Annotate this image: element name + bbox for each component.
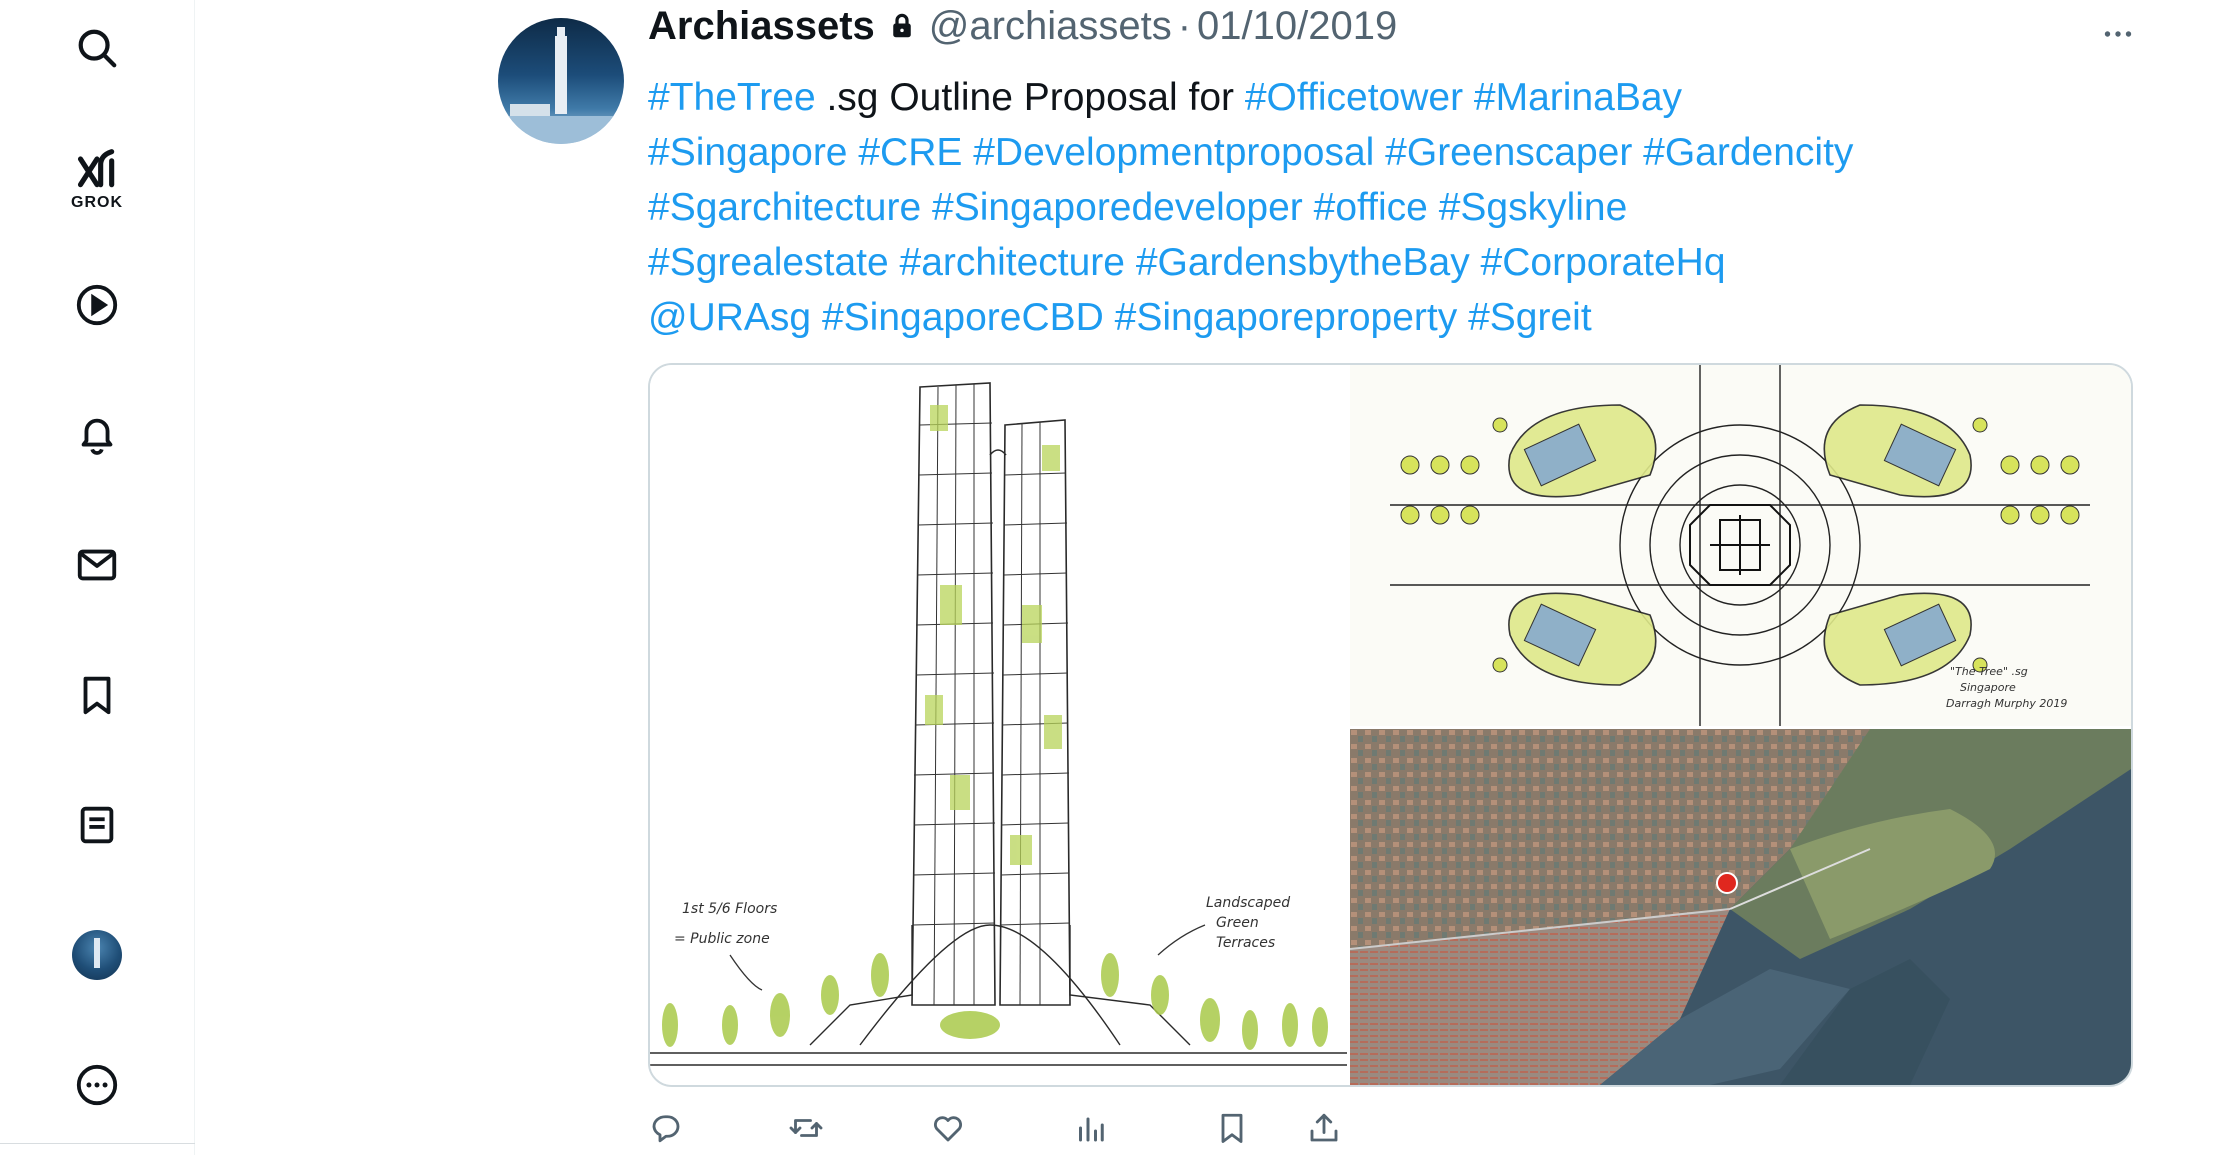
display-name[interactable]: Archiassets: [648, 4, 875, 49]
hashtag-link[interactable]: #Singapore: [648, 131, 848, 174]
tweet-plain-text: [921, 186, 932, 229]
reply-icon: [652, 1115, 680, 1143]
hashtag-link[interactable]: #Gardencity: [1643, 131, 1853, 174]
tweet-plain-text: [1463, 76, 1474, 119]
plan-caption-2: Singapore: [1960, 681, 2016, 694]
tweet-plain-text: [1374, 131, 1385, 174]
nav-bookmarks[interactable]: [52, 650, 142, 740]
more-circle-icon: [76, 1064, 118, 1106]
tweet-plain-text: [1470, 241, 1481, 284]
tweet-plain-text: [1303, 186, 1314, 229]
retweet-button[interactable]: [788, 1110, 828, 1150]
sketch-note-public-2: = Public zone: [674, 931, 770, 947]
hashtag-link[interactable]: #Sgskyline: [1439, 186, 1628, 229]
bookmark-icon: [83, 676, 111, 715]
sketch-note-terraces-3: Terraces: [1216, 935, 1275, 951]
tweet-plain-text: [1104, 296, 1115, 339]
reply-button[interactable]: [648, 1110, 688, 1150]
nav-notifications[interactable]: [52, 390, 142, 480]
plan-caption-1: "The Tree" .sg: [1950, 665, 2028, 678]
nav-more[interactable]: [52, 1040, 142, 1130]
sketch-note-terraces-1: Landscaped: [1206, 895, 1290, 911]
satellite-map-image[interactable]: [1350, 729, 2131, 1085]
like-button[interactable]: [930, 1110, 970, 1150]
tweet-header: Archiassets @archiassets · 01/10/2019: [648, 3, 1397, 49]
lock-icon: [887, 11, 917, 41]
tweet-text: #TheTree .sg Outline Proposal for #Offic…: [648, 70, 2128, 345]
hashtag-link[interactable]: #CRE: [858, 131, 962, 174]
timestamp[interactable]: 01/10/2019: [1197, 4, 1397, 49]
hashtag-link[interactable]: #Sgreit: [1468, 296, 1592, 339]
bell-icon: [81, 418, 113, 455]
tweet-text-line: #Sgrealestate #architecture #Gardensbyth…: [648, 235, 2128, 290]
nav-divider: [0, 1143, 195, 1144]
hashtag-link[interactable]: #Singaporeproperty: [1115, 296, 1458, 339]
tweet-plain-text: [1125, 241, 1136, 284]
hashtag-link[interactable]: #office: [1314, 186, 1428, 229]
hashtag-link[interactable]: #Officetower: [1245, 76, 1463, 119]
hashtag-link[interactable]: #Greenscaper: [1385, 131, 1632, 174]
tweet-plain-text: [811, 296, 822, 339]
tweet-plain-text: [962, 131, 973, 174]
grok-icon: [77, 149, 115, 188]
author-avatar[interactable]: [498, 18, 624, 144]
play-icon: [76, 284, 118, 326]
bookmark-icon: [1221, 1113, 1243, 1143]
hashtag-link[interactable]: #Sgarchitecture: [648, 186, 921, 229]
plan-caption-3: Darragh Murphy 2019: [1946, 697, 2067, 710]
site-plan-image[interactable]: "The Tree" .sg Singapore Darragh Murphy …: [1350, 365, 2131, 726]
tweet-plain-text: .sg Outline Proposal for: [815, 76, 1245, 119]
analytics-icon: [1079, 1117, 1104, 1142]
nav-search[interactable]: [52, 3, 142, 93]
views-button[interactable]: [1073, 1110, 1113, 1150]
handle[interactable]: @archiassets: [929, 4, 1172, 49]
avatar: [72, 930, 122, 980]
mention-link[interactable]: @URAsg: [648, 296, 811, 339]
hashtag-link[interactable]: #CorporateHq: [1481, 241, 1726, 284]
nav-grok[interactable]: GROK: [52, 135, 142, 225]
retweet-icon: [789, 1119, 823, 1137]
tower-sketch-image[interactable]: 1st 5/6 Floors = Public zone Landscaped …: [650, 365, 1347, 1085]
search-icon: [78, 29, 117, 68]
nav-rail: GROK: [0, 0, 195, 1155]
nav-profile[interactable]: [52, 910, 142, 1000]
sketch-note-terraces-2: Green: [1216, 915, 1259, 931]
tweet-plain-text: [1428, 186, 1439, 229]
more-options-icon[interactable]: [2100, 16, 2136, 52]
media-grid[interactable]: 1st 5/6 Floors = Public zone Landscaped …: [648, 363, 2133, 1087]
separator: ·: [1177, 3, 1192, 48]
tweet-text-line: #TheTree .sg Outline Proposal for #Offic…: [648, 70, 2128, 125]
bookmark-button[interactable]: [1214, 1110, 1254, 1150]
hashtag-link[interactable]: #Developmentproposal: [973, 131, 1374, 174]
hashtag-link[interactable]: #architecture: [900, 241, 1125, 284]
hashtag-link[interactable]: #Singaporedeveloper: [932, 186, 1303, 229]
mail-icon: [77, 549, 117, 581]
tweet-plain-text: [848, 131, 859, 174]
tweet-plain-text: [1632, 131, 1643, 174]
heart-icon: [933, 1116, 963, 1142]
grok-label: GROK: [71, 194, 123, 211]
share-button[interactable]: [1306, 1110, 1346, 1150]
tweet-text-line: @URAsg #SingaporeCBD #Singaporeproperty …: [648, 290, 2128, 345]
hashtag-link[interactable]: #TheTree: [648, 76, 816, 119]
sketch-note-public-1: 1st 5/6 Floors: [682, 901, 777, 917]
map-pin-icon: [1716, 872, 1738, 894]
hashtag-link[interactable]: #Sgrealestate: [648, 241, 889, 284]
tweet-text-line: #Sgarchitecture #Singaporedeveloper #off…: [648, 180, 2128, 235]
hashtag-link[interactable]: #SingaporeCBD: [822, 296, 1104, 339]
list-icon: [80, 806, 114, 844]
hashtag-link[interactable]: #GardensbytheBay: [1136, 241, 1470, 284]
nav-lists[interactable]: [52, 780, 142, 870]
tweet-text-line: #Singapore #CRE #Developmentproposal #Gr…: [648, 125, 2128, 180]
tweet[interactable]: Archiassets @archiassets · 01/10/2019 #T…: [195, 0, 2224, 1155]
hashtag-link[interactable]: #MarinaBay: [1474, 76, 1682, 119]
tweet-plain-text: [889, 241, 900, 284]
nav-video[interactable]: [52, 260, 142, 350]
share-icon: [1310, 1113, 1338, 1142]
tweet-plain-text: [1457, 296, 1468, 339]
nav-messages[interactable]: [52, 520, 142, 610]
